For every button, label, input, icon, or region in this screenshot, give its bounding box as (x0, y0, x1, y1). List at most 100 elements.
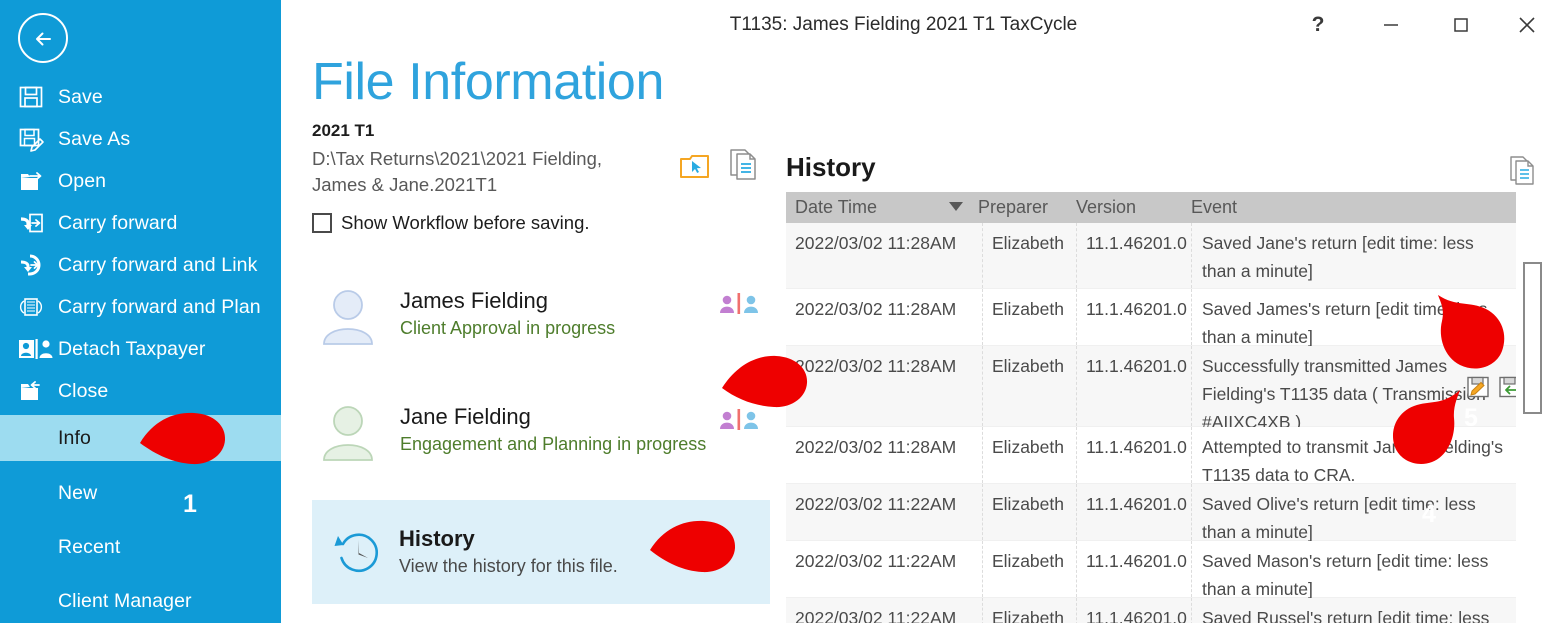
history-table-header: Date Time Preparer Version Event (786, 192, 1516, 223)
sidebar-item-info[interactable]: Info (0, 415, 281, 461)
history-clock-icon (334, 527, 384, 582)
save-edit-icon[interactable] (1466, 375, 1490, 399)
sidebar-item-carry-forward-and-plan[interactable]: Carry forward and Plan (0, 286, 281, 328)
sidebar-item-carry-forward[interactable]: Carry forward (0, 202, 281, 244)
sidebar-item-label: Save As (58, 127, 131, 150)
question-mark-icon: ? (1311, 13, 1325, 36)
cell-preparer: Elizabeth (982, 223, 1067, 288)
sidebar-item-client-manager[interactable]: Client Manager (0, 580, 281, 622)
cell-event: Attempted to transmit James Fielding's T… (1191, 427, 1507, 485)
table-row[interactable]: 2022/03/02 11:28AM Elizabeth 11.1.46201.… (786, 346, 1516, 432)
back-button[interactable] (18, 13, 68, 63)
table-row[interactable]: 2022/03/02 11:28AM Elizabeth 11.1.46201.… (786, 223, 1516, 289)
taxpayer-row-james[interactable]: James Fielding Client Approval in progre… (318, 288, 770, 350)
sidebar-item-recent[interactable]: Recent (0, 526, 281, 568)
sidebar-item-label: Recent (58, 535, 121, 558)
history-scrollbar-thumb[interactable] (1523, 262, 1542, 414)
table-row[interactable]: 2022/03/02 11:28AM Elizabeth 11.1.46201.… (786, 427, 1516, 485)
show-workflow-checkbox[interactable] (312, 213, 332, 233)
open-folder-icon (18, 168, 58, 194)
history-card-subtitle: View the history for this file. (399, 556, 618, 576)
taxpayer-pair-icon[interactable] (718, 408, 762, 437)
column-header-event[interactable]: Event (1191, 192, 1237, 223)
taxpayer-status: Client Approval in progress (400, 318, 616, 338)
taxpayer-row-jane[interactable]: Jane Fielding Engagement and Planning in… (318, 404, 770, 466)
taxcycle-file-information-window: Save Save As Open Carry forward Carry fo… (0, 0, 1546, 623)
sidebar-item-detach-taxpayer[interactable]: Detach Taxpayer (0, 328, 281, 370)
copy-path-button[interactable] (729, 148, 759, 182)
maximize-button[interactable] (1433, 0, 1489, 50)
cell-preparer: Elizabeth (982, 427, 1067, 483)
back-arrow-icon (36, 32, 51, 46)
save-receive-icon[interactable] (1498, 375, 1516, 399)
taxpayer-name: James Fielding (400, 288, 548, 313)
column-header-version[interactable]: Version (1076, 192, 1136, 223)
documents-icon (730, 149, 756, 180)
table-row[interactable]: 2022/03/02 11:22AM Elizabeth 11.1.46201.… (786, 598, 1516, 623)
table-row[interactable]: 2022/03/02 11:22AM Elizabeth 11.1.46201.… (786, 484, 1516, 542)
cell-date-time: 2022/03/02 11:28AM (795, 437, 957, 457)
save-icon (18, 84, 58, 110)
close-icon (1519, 17, 1535, 33)
column-header-date-time[interactable]: Date Time (795, 192, 877, 223)
cell-version: 11.1.46201.0 (1076, 484, 1187, 540)
help-button[interactable]: ? (1290, 0, 1346, 50)
cell-version: 11.1.46201.0 (1076, 223, 1187, 288)
cell-version: 11.1.46201.0 (1076, 346, 1187, 426)
sidebar-item-label: Client Manager (58, 589, 192, 612)
window-titlebar: T1135: James Fielding 2021 T1 TaxCycle ? (281, 0, 1546, 50)
sidebar-item-label: New (58, 481, 98, 504)
cell-preparer: Elizabeth (982, 346, 1067, 426)
history-panel-heading: History (786, 152, 876, 182)
sort-descending-icon[interactable] (949, 202, 963, 211)
cell-version: 11.1.46201.0 (1076, 427, 1187, 483)
detach-taxpayer-icon (18, 337, 58, 361)
sidebar-item-label: Close (58, 379, 109, 402)
history-card-button[interactable]: History View the history for this file. (312, 500, 770, 604)
show-workflow-checkbox-row[interactable]: Show Workflow before saving. (312, 212, 590, 234)
history-report-button[interactable] (1509, 155, 1537, 187)
open-folder-button[interactable] (679, 152, 711, 180)
cell-event: Saved Russel's return [edit time: less (1191, 598, 1507, 623)
window-title: T1135: James Fielding 2021 T1 TaxCycle (729, 14, 1078, 35)
table-row[interactable]: 2022/03/02 11:22AM Elizabeth 11.1.46201.… (786, 541, 1516, 599)
sidebar-item-label: Save (58, 85, 103, 108)
minimize-button[interactable] (1363, 0, 1419, 50)
cell-event: Saved Olive's return [edit time: less th… (1191, 484, 1507, 542)
avatar (318, 288, 378, 351)
cell-preparer: Elizabeth (982, 541, 1067, 597)
sidebar-item-label: Carry forward and Link (58, 253, 258, 276)
file-path-text: D:\Tax Returns\2021\2021 Fielding, James… (312, 148, 603, 195)
documents-icon (1510, 156, 1534, 185)
show-workflow-label: Show Workflow before saving. (341, 212, 590, 233)
sidebar-item-label: Info (58, 426, 91, 449)
cell-preparer: Elizabeth (982, 484, 1067, 540)
carry-forward-plan-icon (18, 294, 58, 320)
cell-date-time: 2022/03/02 11:28AM (795, 233, 957, 253)
sidebar-item-save[interactable]: Save (0, 76, 281, 118)
cell-preparer: Elizabeth (982, 598, 1067, 623)
backstage-sidebar: Save Save As Open Carry forward Carry fo… (0, 0, 281, 623)
table-row[interactable]: 2022/03/02 11:28AM Elizabeth 11.1.46201.… (786, 289, 1516, 347)
cell-date-time: 2022/03/02 11:22AM (795, 551, 957, 571)
column-header-preparer[interactable]: Preparer (978, 192, 1048, 223)
avatar (318, 404, 378, 467)
cell-event: Saved Jane's return [edit time: less tha… (1191, 223, 1507, 288)
history-table-body[interactable]: 2022/03/02 11:28AM Elizabeth 11.1.46201.… (786, 223, 1516, 623)
sidebar-item-carry-forward-and-link[interactable]: Carry forward and Link (0, 244, 281, 286)
carry-forward-icon (18, 210, 58, 236)
cell-preparer: Elizabeth (982, 289, 1067, 345)
sidebar-item-close[interactable]: Close (0, 370, 281, 412)
sidebar-item-label: Detach Taxpayer (58, 337, 206, 360)
history-card-title: History (399, 526, 475, 551)
sidebar-item-label: Carry forward (58, 211, 178, 234)
taxpayer-name: Jane Fielding (400, 404, 531, 429)
cell-event: Successfully transmitted James Fielding'… (1191, 346, 1507, 432)
sidebar-item-open[interactable]: Open (0, 160, 281, 202)
close-window-button[interactable] (1499, 0, 1546, 50)
sidebar-item-save-as[interactable]: Save As (0, 118, 281, 160)
cell-date-time: 2022/03/02 11:22AM (795, 494, 957, 514)
sidebar-item-new[interactable]: New (0, 472, 281, 514)
cell-date-time: 2022/03/02 11:28AM (795, 299, 957, 319)
taxpayer-pair-icon[interactable] (718, 292, 762, 321)
